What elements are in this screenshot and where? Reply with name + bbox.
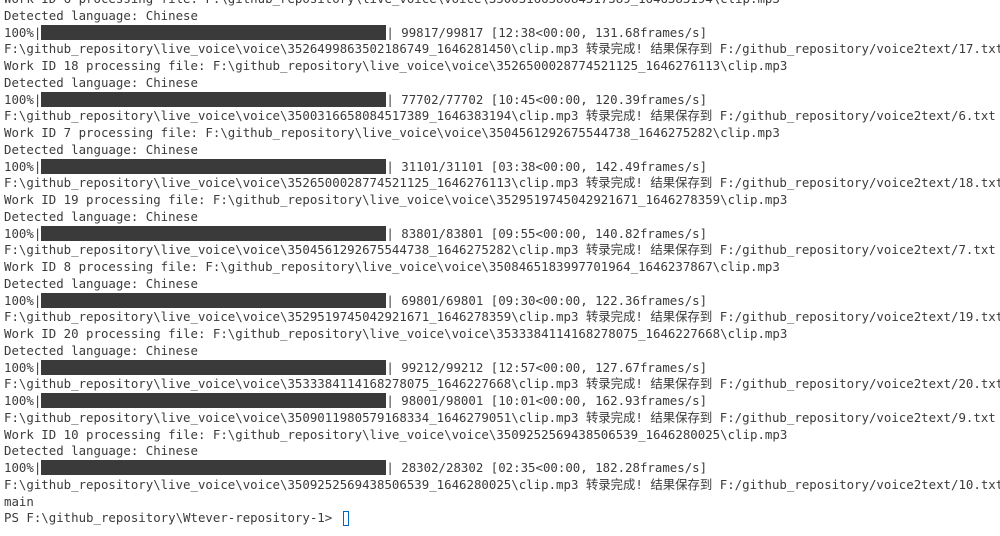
output-line: Detected language: Chinese: [4, 208, 198, 224]
progress-bar: [41, 393, 387, 408]
output-line: Work ID 19 processing file: F:\github_re…: [4, 192, 788, 207]
output-line: F:\github_repository\live_voice\voice\35…: [4, 175, 1000, 191]
progress-percent: 100%|: [4, 91, 42, 107]
output-line: Work ID 10 processing file: F:\github_re…: [4, 426, 788, 442]
progress-percent: 100%|: [4, 24, 42, 40]
output-line: Work ID 7 processing file: F:\github_rep…: [4, 125, 780, 140]
progress-line: 100%| | 98001/98001 [10:01<00:00, 162.93f…: [4, 393, 1000, 410]
output-line: Detected language: Chinese: [4, 141, 198, 157]
progress-stats: | 99212/99212 [12:57<00:00, 127.67frames…: [386, 359, 708, 375]
output-line: F:\github_repository\live_voice\voice\35…: [4, 108, 996, 124]
text-cursor[interactable]: [342, 511, 349, 527]
output-line: F:\github_repository\live_voice\voice\35…: [4, 242, 996, 258]
progress-bar: [41, 359, 387, 375]
progress-line: 100%| | 99212/99212 [12:57<00:00, 127.67f…: [4, 359, 1000, 377]
output-line: Detected language: Chinese: [4, 443, 198, 459]
progress-line: 100%| | 31101/31101 [03:38<00:00, 142.49f…: [4, 158, 1000, 176]
progress-bar: [41, 292, 387, 308]
output-line: Work ID 18 processing file: F:\github_re…: [4, 58, 788, 73]
output-line: F:\github_repository\live_voice\voice\35…: [4, 409, 996, 425]
output-line: F:\github_repository\live_voice\voice\35…: [4, 376, 1000, 392]
output-line: Detected language: Chinese: [4, 275, 198, 291]
progress-stats: | 98001/98001 [10:01<00:00, 162.93frames…: [386, 393, 708, 408]
progress-bar: [41, 225, 387, 241]
progress-line: 100%| | 99817/99817 [12:38<00:00, 131.68f…: [4, 24, 1000, 42]
terminal-panel[interactable]: Work ID 6 processing file: F:\github_rep…: [0, 0, 1000, 536]
progress-bar: [41, 24, 387, 40]
progress-percent: 100%|: [4, 158, 42, 174]
output-line: main: [4, 493, 34, 509]
terminal-output: Work ID 6 processing file: F:\github_rep…: [4, 0, 1000, 527]
shell-prompt: PS F:\github_repository\Wtever-repositor…: [4, 510, 340, 526]
progress-stats: | 28302/28302 [02:35<00:00, 182.28frames…: [386, 460, 708, 475]
output-line: Work ID 6 processing file: F:\github_rep…: [4, 0, 1000, 8]
progress-line: 100%| | 77702/77702 [10:45<00:00, 120.39f…: [4, 91, 1000, 109]
progress-bar: [41, 91, 387, 107]
progress-stats: | 83801/83801 [09:55<00:00, 140.82frames…: [386, 225, 708, 241]
progress-line: 100%| | 28302/28302 [02:35<00:00, 182.28f…: [4, 460, 1000, 477]
progress-stats: | 31101/31101 [03:38<00:00, 142.49frames…: [386, 158, 708, 174]
progress-stats: | 77702/77702 [10:45<00:00, 120.39frames…: [386, 91, 708, 107]
prompt-line[interactable]: PS F:\github_repository\Wtever-repositor…: [4, 510, 1000, 527]
progress-percent: 100%|: [4, 460, 42, 475]
output-line: Work ID 20 processing file: F:\github_re…: [4, 326, 788, 341]
output-line: F:\github_repository\live_voice\voice\35…: [4, 309, 1000, 325]
progress-bar: [41, 158, 387, 174]
progress-line: 100%| | 83801/83801 [09:55<00:00, 140.82f…: [4, 225, 1000, 243]
progress-stats: | 99817/99817 [12:38<00:00, 131.68frames…: [386, 24, 708, 40]
output-line: Work ID 8 processing file: F:\github_rep…: [4, 259, 780, 274]
output-line: F:\github_repository\live_voice\voice\35…: [4, 41, 1000, 57]
output-line: Detected language: Chinese: [4, 74, 198, 90]
output-line: Detected language: Chinese: [4, 342, 198, 358]
progress-line: 100%| | 69801/69801 [09:30<00:00, 122.36f…: [4, 292, 1000, 310]
output-line: Detected language: Chinese: [4, 7, 198, 23]
progress-percent: 100%|: [4, 225, 42, 241]
progress-stats: | 69801/69801 [09:30<00:00, 122.36frames…: [386, 292, 708, 308]
progress-bar: [41, 460, 387, 475]
progress-percent: 100%|: [4, 292, 42, 308]
progress-percent: 100%|: [4, 393, 42, 408]
output-line: F:\github_repository\live_voice\voice\35…: [4, 476, 1000, 492]
progress-percent: 100%|: [4, 359, 42, 375]
